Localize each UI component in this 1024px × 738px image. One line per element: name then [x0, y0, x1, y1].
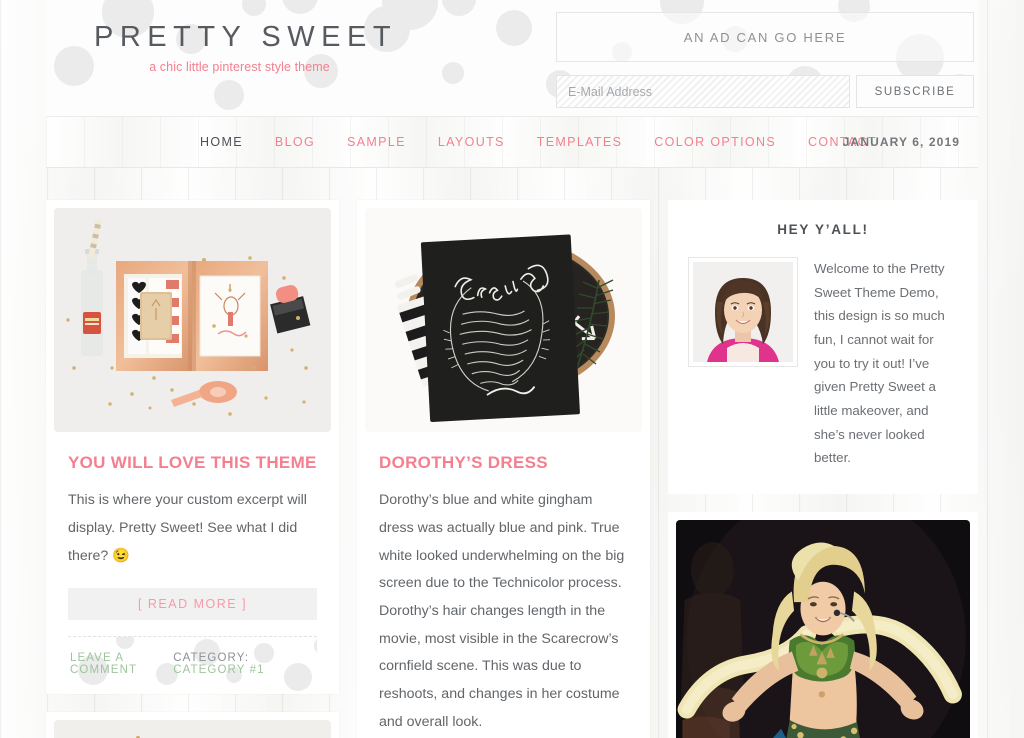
- subscribe-button[interactable]: SUBSCRIBE: [856, 75, 974, 108]
- nav-menu: HOME BLOG SAMPLE LAYOUTS TEMPLATES COLOR…: [184, 135, 893, 149]
- nav-item-templates[interactable]: TEMPLATES: [521, 135, 639, 149]
- site-header: PRETTY SWEET a chic little pinterest sty…: [46, 0, 978, 116]
- nav-item-color-options[interactable]: COLOR OPTIONS: [638, 135, 792, 149]
- craft-flatlay-photo[interactable]: [54, 208, 331, 432]
- post-columns: YOU WILL LOVE THIS THEME This is where y…: [46, 200, 650, 738]
- primary-navigation: HOME BLOG SAMPLE LAYOUTS TEMPLATES COLOR…: [46, 116, 978, 168]
- subscribe-form: SUBSCRIBE: [556, 75, 974, 108]
- post-card: [46, 712, 339, 738]
- stage-performance-photo[interactable]: [676, 519, 970, 738]
- leave-comment-link[interactable]: LEAVE A COMMENT: [70, 652, 173, 676]
- email-field[interactable]: [556, 75, 850, 108]
- photo-widget: [668, 511, 978, 738]
- post-body: DOROTHY’S DRESS Dorothy’s blue and white…: [365, 432, 642, 738]
- site-branding[interactable]: PRETTY SWEET a chic little pinterest sty…: [94, 21, 398, 74]
- white-envelope-flatlay-photo[interactable]: [54, 720, 331, 738]
- widget-title: HEY Y’ALL!: [777, 222, 869, 237]
- about-row: Welcome to the Pretty Sweet Theme Demo, …: [688, 257, 958, 470]
- post-excerpt: This is where your custom excerpt will d…: [68, 492, 307, 564]
- post-meta: LEAVE A COMMENT CATEGORY: CATEGORY #1: [68, 636, 317, 694]
- nav-item-home[interactable]: HOME: [184, 135, 259, 149]
- read-more-button[interactable]: [ READ MORE ]: [68, 588, 317, 621]
- site-title: PRETTY SWEET: [94, 21, 398, 53]
- chalkboard-calligraphy-photo[interactable]: [365, 208, 642, 432]
- post-title[interactable]: DOROTHY’S DRESS: [379, 452, 628, 473]
- post-category: CATEGORY: CATEGORY #1: [173, 652, 315, 676]
- nav-item-sample[interactable]: SAMPLE: [331, 135, 422, 149]
- content-area: YOU WILL LOVE THIS THEME This is where y…: [46, 168, 978, 738]
- post-column-1: YOU WILL LOVE THIS THEME This is where y…: [46, 200, 339, 738]
- ad-placeholder[interactable]: AN AD CAN GO HERE: [556, 12, 974, 62]
- about-text: Welcome to the Pretty Sweet Theme Demo, …: [814, 261, 945, 466]
- category-label: CATEGORY:: [173, 652, 250, 665]
- author-portrait: [688, 257, 798, 367]
- nav-item-blog[interactable]: BLOG: [259, 135, 331, 149]
- post-card: YOU WILL LOVE THIS THEME This is where y…: [46, 200, 339, 695]
- sidebar: HEY Y’ALL! Welcome to the Pretty Sweet T…: [668, 200, 978, 738]
- ad-placeholder-text: AN AD CAN GO HERE: [683, 29, 847, 45]
- post-column-2: DOROTHY’S DRESS Dorothy’s blue and white…: [357, 200, 650, 738]
- post-card: DOROTHY’S DRESS Dorothy’s blue and white…: [357, 200, 650, 738]
- site-tagline: a chic little pinterest style theme: [149, 59, 330, 74]
- current-date: JANUARY 6, 2019: [842, 135, 960, 149]
- post-body: YOU WILL LOVE THIS THEME This is where y…: [54, 432, 331, 694]
- post-title[interactable]: YOU WILL LOVE THIS THEME: [68, 452, 317, 473]
- category-link[interactable]: CATEGORY #1: [173, 664, 264, 676]
- header-widgets: AN AD CAN GO HERE SUBSCRIBE: [556, 12, 974, 108]
- post-excerpt: Dorothy’s blue and white gingham dress w…: [379, 492, 625, 730]
- about-widget: HEY Y’ALL! Welcome to the Pretty Sweet T…: [668, 200, 978, 494]
- nav-item-layouts[interactable]: LAYOUTS: [422, 135, 521, 149]
